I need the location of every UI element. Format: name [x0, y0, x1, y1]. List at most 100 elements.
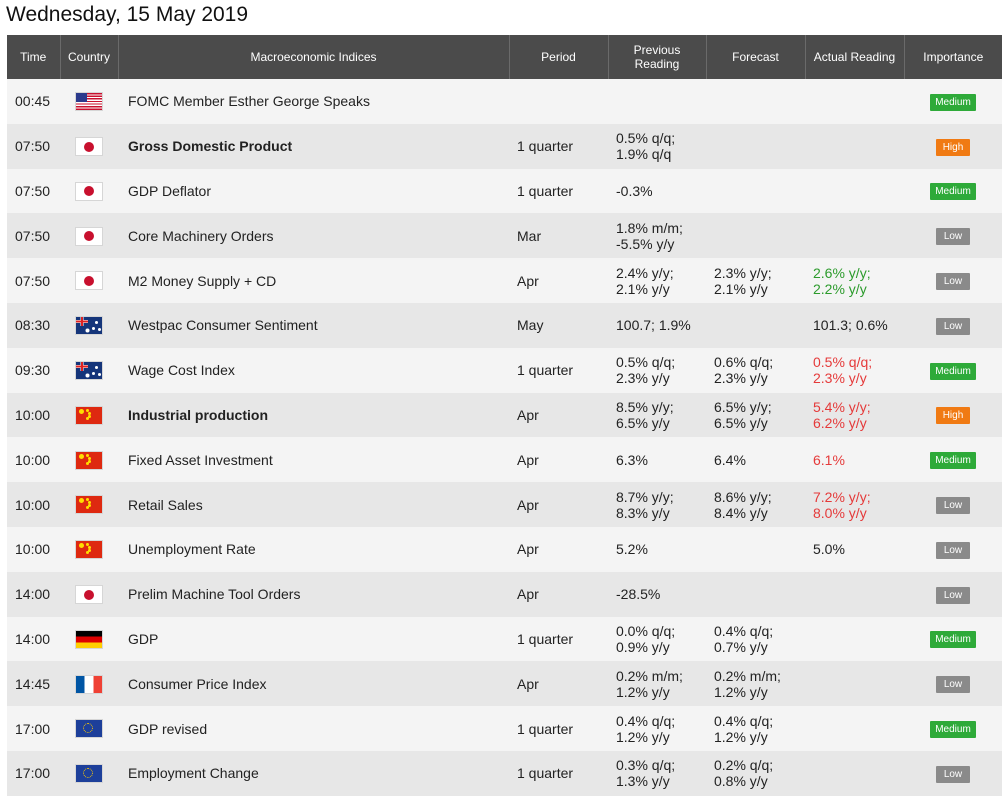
forecast-value-line: 1.2% y/y: [714, 683, 768, 700]
column-header-importance[interactable]: Importance: [904, 35, 1002, 79]
actual-reading: [805, 617, 904, 662]
flag-cn-icon: [76, 406, 102, 424]
event-importance: Medium: [904, 706, 1002, 751]
event-name[interactable]: Retail Sales: [118, 482, 509, 527]
flag-jp-icon: [76, 272, 102, 290]
previous-reading: 5.2%: [608, 527, 706, 572]
table-row[interactable]: 10:00 Fixed Asset Investment Apr 6.3% 6.4% 6.…: [7, 437, 1002, 483]
table-row[interactable]: 07:50 Core Machinery Orders Mar 1.8% m/m; -5…: [7, 213, 1002, 259]
previous-reading-line: 1.8% m/m;: [616, 219, 683, 236]
event-name[interactable]: Industrial production: [118, 393, 509, 438]
table-row[interactable]: 10:00 Retail Sales Apr 8.7% y/y; 8.3% y/y 8.6…: [7, 482, 1002, 527]
event-country: [60, 303, 118, 348]
table-row[interactable]: 07:50 Gross Domestic Product 1 quarter 0.5%…: [7, 123, 1002, 169]
forecast-value-line: 6.4%: [714, 451, 746, 468]
previous-reading-line: 8.3% y/y: [616, 504, 670, 521]
table-row[interactable]: 10:00 Industrial production Apr 8.5% y/y; 6.…: [7, 392, 1002, 438]
event-importance: Medium: [904, 617, 1002, 662]
forecast-value-line: 0.8% y/y: [714, 773, 768, 790]
event-name[interactable]: M2 Money Supply + CD: [118, 258, 509, 303]
event-name[interactable]: Westpac Consumer Sentiment: [118, 303, 509, 348]
event-name[interactable]: GDP Deflator: [118, 169, 509, 214]
event-time: 07:50: [15, 138, 51, 155]
event-period: May: [517, 317, 544, 334]
forecast-value-line: 0.4% q/q;: [714, 712, 774, 729]
previous-reading-line: 100.7; 1.9%: [616, 317, 691, 334]
column-header-country[interactable]: Country: [60, 35, 119, 79]
event-time: 10:00: [15, 496, 51, 513]
actual-reading-line: 8.0% y/y: [813, 504, 867, 521]
forecast-value-line: 2.3% y/y: [714, 370, 768, 387]
event-time: 17:00: [15, 720, 51, 737]
table-row[interactable]: 17:00 Employment Change 1 quarter 0.3% q/q;…: [7, 750, 1002, 796]
column-header-period[interactable]: Period: [509, 35, 609, 79]
event-country: [60, 393, 118, 438]
forecast-value: 0.2% m/m; 1.2% y/y: [706, 661, 805, 706]
event-country: [60, 213, 118, 258]
importance-badge: Low: [936, 541, 970, 559]
event-name[interactable]: Consumer Price Index: [118, 661, 509, 706]
table-row[interactable]: 07:50 GDP Deflator 1 quarter -0.3% Medium: [7, 168, 1002, 214]
column-header-forecast[interactable]: Forecast: [706, 35, 806, 79]
importance-badge: Medium: [930, 721, 976, 739]
forecast-value: 0.4% q/q; 1.2% y/y: [706, 706, 805, 751]
event-name[interactable]: Fixed Asset Investment: [118, 437, 509, 482]
forecast-value-line: 0.4% q/q;: [714, 622, 774, 639]
flag-cn-icon: [76, 496, 102, 514]
importance-badge: Low: [936, 497, 970, 515]
previous-reading-line: 1.9% q/q: [616, 146, 672, 163]
actual-reading-line: 0.5% q/q;: [813, 354, 873, 371]
table-row[interactable]: 17:00 GDP revised 1 quarter 0.4% q/q; 1.2% y…: [7, 706, 1002, 751]
previous-reading: -0.3%: [608, 169, 706, 214]
event-country: [60, 751, 118, 796]
event-country: [60, 169, 118, 214]
previous-reading: 0.2% m/m; 1.2% y/y: [608, 661, 706, 706]
event-time: 14:45: [15, 675, 51, 692]
column-header-indices[interactable]: Macroeconomic Indices: [118, 35, 510, 79]
event-time: 07:50: [15, 227, 51, 244]
event-name[interactable]: Wage Cost Index: [118, 348, 509, 393]
event-name[interactable]: Employment Change: [118, 751, 509, 796]
page-title: Wednesday, 15 May 2019: [6, 3, 249, 26]
previous-reading-line: 2.4% y/y;: [616, 264, 674, 281]
previous-reading-line: 2.1% y/y: [616, 280, 670, 297]
previous-reading-line: 1.2% y/y: [616, 683, 670, 700]
forecast-value: 0.4% q/q; 0.7% y/y: [706, 617, 805, 662]
event-country: [60, 482, 118, 527]
importance-badge: Medium: [930, 631, 976, 649]
forecast-value: 0.6% q/q; 2.3% y/y: [706, 348, 805, 393]
table-row[interactable]: 09:30 Wage Cost Index 1 quarter 0.5% q/q; 2.…: [7, 347, 1002, 393]
forecast-value: [706, 213, 805, 258]
previous-reading-line: 6.3%: [616, 451, 648, 468]
table-row[interactable]: 14:45 Consumer Price Index Apr 0.2% m/m; 1.2…: [7, 661, 1002, 707]
event-name[interactable]: FOMC Member Esther George Speaks: [118, 79, 509, 124]
table-row[interactable]: 08:30 Westpac Consumer Sentiment May 100.7;…: [7, 302, 1002, 348]
actual-reading: [805, 661, 904, 706]
event-period: Apr: [517, 451, 539, 468]
event-name[interactable]: GDP revised: [118, 706, 509, 751]
event-name[interactable]: GDP: [118, 617, 509, 662]
event-name[interactable]: Prelim Machine Tool Orders: [118, 572, 509, 617]
event-period: Apr: [517, 541, 539, 558]
event-name[interactable]: Gross Domestic Product: [118, 124, 509, 169]
actual-reading: 0.5% q/q; 2.3% y/y: [805, 348, 904, 393]
forecast-value: 6.5% y/y; 6.5% y/y: [706, 393, 805, 438]
event-time: 10:00: [15, 406, 51, 423]
previous-reading-line: 0.5% q/q;: [616, 130, 676, 147]
table-body: 00:45 FOMC Member Esther George Speaks Med…: [7, 79, 1002, 796]
actual-reading: [805, 213, 904, 258]
event-name[interactable]: Unemployment Rate: [118, 527, 509, 572]
table-row[interactable]: 00:45 FOMC Member Esther George Speaks Med…: [7, 79, 1002, 124]
actual-reading-line: 2.6% y/y;: [813, 264, 871, 281]
table-row[interactable]: 07:50 M2 Money Supply + CD Apr 2.4% y/y; 2.1…: [7, 258, 1002, 303]
column-header-actual[interactable]: Actual Reading: [805, 35, 905, 79]
table-row[interactable]: 10:00 Unemployment Rate Apr 5.2% 5.0% Low: [7, 526, 1002, 572]
actual-reading: [805, 124, 904, 169]
table-row[interactable]: 14:00 Prelim Machine Tool Orders Apr -28.5%…: [7, 571, 1002, 617]
event-name[interactable]: Core Machinery Orders: [118, 213, 509, 258]
column-header-time[interactable]: Time: [7, 35, 61, 79]
flag-jp-icon: [76, 227, 102, 245]
column-header-previous[interactable]: Previous Reading: [608, 35, 707, 79]
table-row[interactable]: 14:00 GDP 1 quarter 0.0% q/q; 0.9% y/y 0.4% q…: [7, 616, 1002, 662]
event-time: 14:00: [15, 586, 51, 603]
